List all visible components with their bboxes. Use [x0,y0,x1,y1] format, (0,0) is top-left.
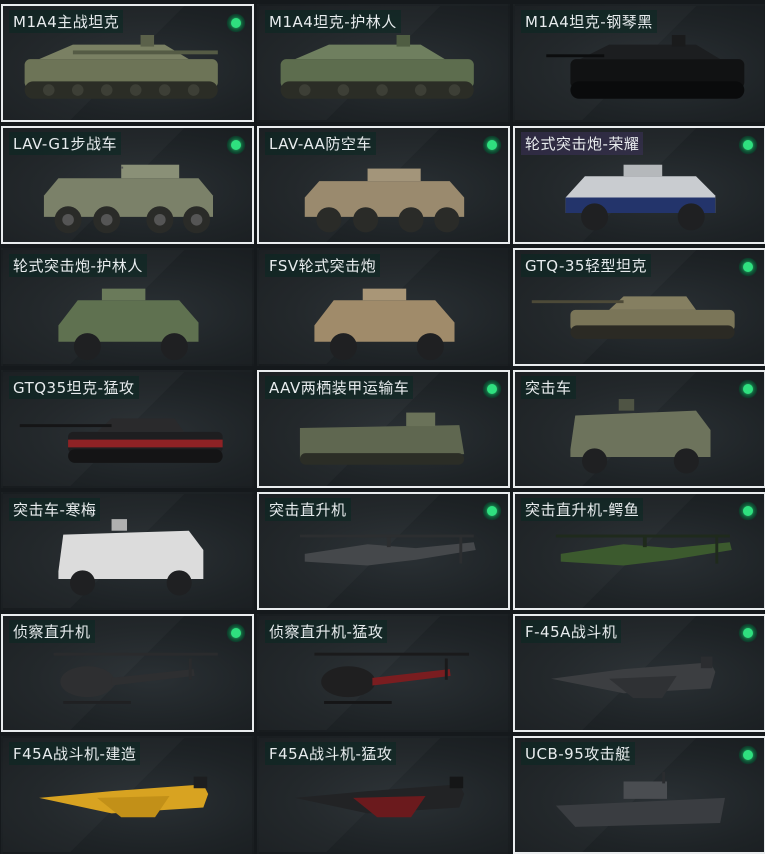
vehicle-card-f45a-construct[interactable]: F45A战斗机-建造 [1,736,254,854]
vehicle-card-m1a4-ranger[interactable]: M1A4坦克-护林人 [257,4,510,122]
vehicle-card-lav-g1[interactable]: LAV-G1步战车 [1,126,254,244]
vehicle-name: UCB-95攻击艇 [521,742,635,765]
vehicle-card-wheeled-assault-glory[interactable]: 轮式突击炮-荣耀 [513,126,765,244]
vehicle-name: GTQ-35轻型坦克 [521,254,651,277]
green-dot-icon [227,624,245,642]
vehicle-card-assault-car-winter-plum[interactable]: 突击车-寒梅 [1,492,254,610]
vehicle-name: 轮式突击炮-荣耀 [521,132,644,155]
green-dot-icon [483,136,501,154]
green-dot-icon [739,136,757,154]
vehicle-card-fsv[interactable]: FSV轮式突击炮 [257,248,510,366]
vehicle-card-gtq35-onslaught[interactable]: GTQ35坦克-猛攻 [1,370,254,488]
green-dot-icon [739,258,757,276]
vehicle-name: LAV-AA防空车 [265,132,376,155]
vehicle-card-wheeled-assault-ranger[interactable]: 轮式突击炮-护林人 [1,248,254,366]
vehicle-card-assault-helicopter-crocodile[interactable]: 突击直升机-鳄鱼 [513,492,765,610]
vehicle-card-f45a[interactable]: F-45A战斗机 [513,614,765,732]
vehicle-name: FSV轮式突击炮 [265,254,381,277]
vehicle-card-ucb95[interactable]: UCB-95攻击艇 [513,736,765,854]
green-dot-icon [739,380,757,398]
vehicle-card-lav-aa[interactable]: LAV-AA防空车 [257,126,510,244]
green-dot-icon [739,746,757,764]
vehicle-card-m1a4[interactable]: M1A4主战坦克 [1,4,254,122]
vehicle-name: F-45A战斗机 [521,620,622,643]
vehicle-card-m1a4-piano-black[interactable]: M1A4坦克-钢琴黑 [513,4,765,122]
green-dot-icon [739,502,757,520]
vehicle-card-aav[interactable]: AAV两栖装甲运输车 [257,370,510,488]
vehicle-name: 突击直升机 [265,498,351,521]
vehicle-name: F45A战斗机-猛攻 [265,742,397,765]
vehicle-card-f45a-onslaught[interactable]: F45A战斗机-猛攻 [257,736,510,854]
vehicle-name: 突击车 [521,376,576,399]
vehicle-name: M1A4主战坦克 [9,10,124,33]
vehicle-grid: M1A4主战坦克 M1A4坦克-护林人 M1A4坦克-钢琴黑 LAV-G1步战车… [0,0,765,854]
vehicle-name: 轮式突击炮-护林人 [9,254,147,277]
vehicle-name: LAV-G1步战车 [9,132,122,155]
vehicle-name: 突击车-寒梅 [9,498,101,521]
vehicle-name: GTQ35坦克-猛攻 [9,376,139,399]
vehicle-name: AAV两栖装甲运输车 [265,376,414,399]
vehicle-name: F45A战斗机-建造 [9,742,141,765]
vehicle-name: M1A4坦克-钢琴黑 [521,10,657,33]
vehicle-card-assault-helicopter[interactable]: 突击直升机 [257,492,510,610]
vehicle-name: M1A4坦克-护林人 [265,10,401,33]
vehicle-card-recon-helicopter[interactable]: 侦察直升机 [1,614,254,732]
green-dot-icon [483,502,501,520]
vehicle-card-gtq35[interactable]: GTQ-35轻型坦克 [513,248,765,366]
vehicle-card-assault-car[interactable]: 突击车 [513,370,765,488]
green-dot-icon [483,380,501,398]
vehicle-card-recon-helicopter-onslaught[interactable]: 侦察直升机-猛攻 [257,614,510,732]
green-dot-icon [739,624,757,642]
green-dot-icon [227,136,245,154]
vehicle-name: 侦察直升机-猛攻 [265,620,388,643]
vehicle-name: 突击直升机-鳄鱼 [521,498,644,521]
vehicle-name: 侦察直升机 [9,620,95,643]
green-dot-icon [227,14,245,32]
